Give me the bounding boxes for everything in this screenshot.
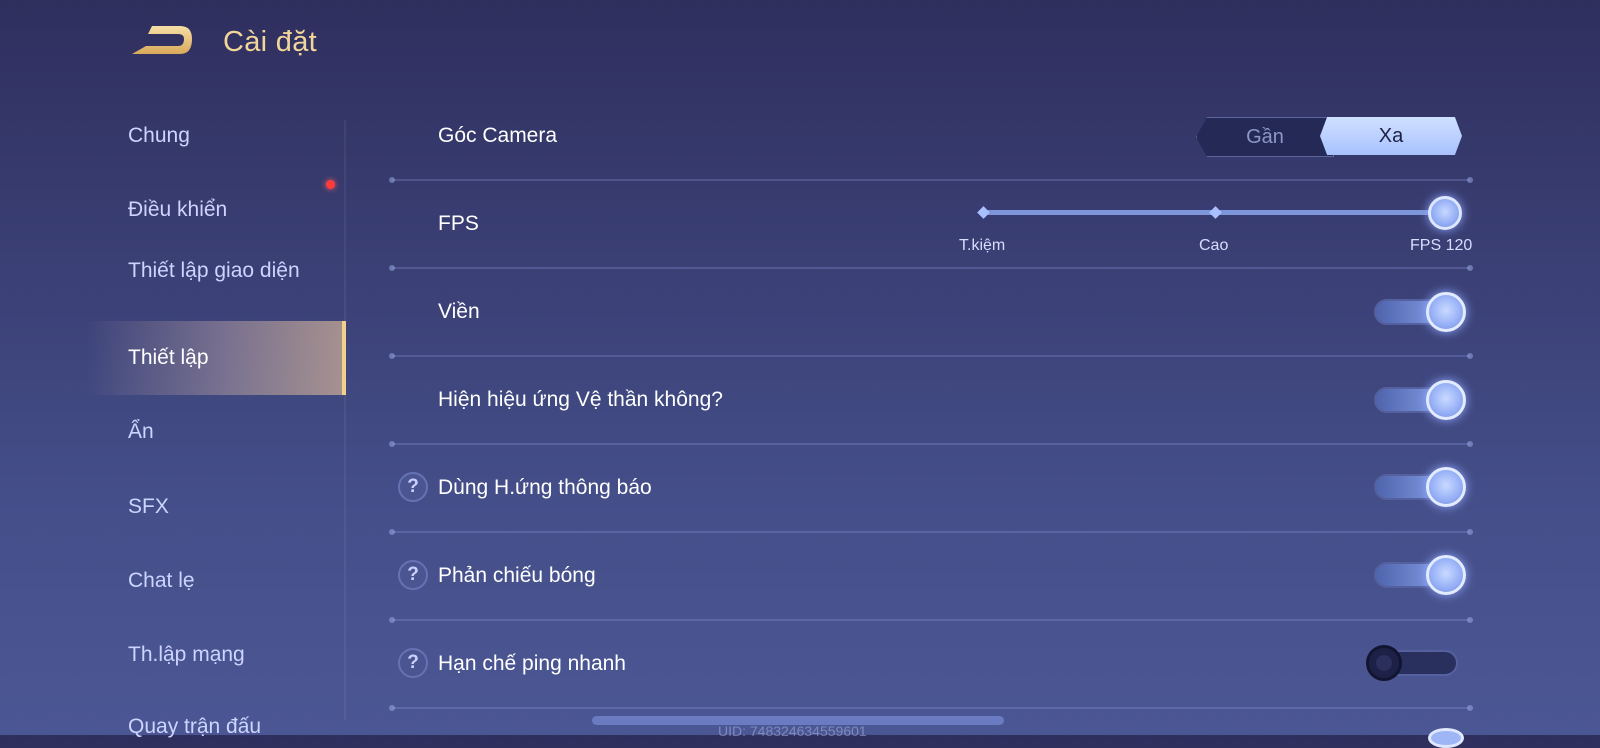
outline-toggle[interactable]	[1374, 292, 1466, 332]
row-divider	[389, 265, 1473, 271]
fps-node-high[interactable]	[1209, 206, 1222, 219]
camera-far-option[interactable]: Xa	[1320, 117, 1462, 155]
row-divider	[389, 529, 1473, 535]
row-divider	[389, 353, 1473, 359]
help-icon[interactable]: ?	[398, 472, 428, 502]
camera-angle-label: Góc Camera	[438, 124, 558, 147]
fps-label: FPS	[438, 212, 479, 235]
fps-slider-thumb[interactable]	[1428, 196, 1462, 230]
help-icon[interactable]: ?	[398, 560, 428, 590]
uid-text: UID: 748324634559601	[718, 723, 867, 739]
sidebar-item-controls[interactable]: Điều khiển	[128, 197, 338, 223]
sidebar-item-settings[interactable]: Thiết lập	[86, 321, 346, 395]
partial-toggle-knob	[1428, 728, 1464, 748]
row-divider	[389, 177, 1473, 183]
sidebar-divider	[344, 120, 346, 720]
fps-level-120-label: FPS 120	[1410, 237, 1473, 254]
sidebar-item-hide[interactable]: Ẩn	[128, 419, 338, 445]
fps-level-saver-label: T.kiệm	[959, 237, 1006, 254]
notification-dot	[326, 180, 335, 189]
sidebar-item-replay[interactable]: Quay trận đấu	[128, 714, 338, 740]
camera-near-option[interactable]: Gần	[1196, 117, 1334, 157]
fps-level-high-label: Cao	[1199, 237, 1229, 254]
toggle-knob	[1426, 467, 1466, 507]
notification-effect-label: Dùng H.ứng thông báo	[438, 476, 652, 499]
toggle-knob	[1426, 292, 1466, 332]
fast-ping-limit-toggle[interactable]	[1366, 645, 1464, 681]
guardian-effect-label: Hiện hiệu ứng Vệ thần không?	[438, 388, 723, 411]
shadow-reflection-toggle[interactable]	[1374, 555, 1466, 595]
page-title: Cài đặt	[223, 26, 317, 58]
guardian-effect-toggle[interactable]	[1374, 380, 1466, 420]
back-arrow-icon[interactable]	[128, 24, 194, 60]
camera-angle-selector: Gần Xa	[1196, 117, 1462, 157]
shadow-reflection-label: Phản chiếu bóng	[438, 564, 596, 587]
row-divider	[389, 617, 1473, 623]
sidebar-item-quick-chat[interactable]: Chat lẹ	[128, 568, 338, 594]
fps-node-saver[interactable]	[977, 206, 990, 219]
header: Cài đặt	[0, 0, 1600, 90]
help-icon[interactable]: ?	[398, 648, 428, 678]
row-divider	[389, 441, 1473, 447]
sidebar-item-interface[interactable]: Thiết lập giao diện	[128, 258, 318, 284]
toggle-knob	[1366, 645, 1402, 681]
notification-effect-toggle[interactable]	[1374, 467, 1466, 507]
row-divider	[389, 705, 1473, 711]
sidebar-item-general[interactable]: Chung	[128, 123, 338, 149]
fast-ping-limit-label: Hạn chế ping nhanh	[438, 652, 626, 675]
toggle-knob	[1426, 380, 1466, 420]
sidebar-item-sfx[interactable]: SFX	[128, 494, 338, 520]
outline-label: Viền	[438, 300, 480, 323]
sidebar-item-settings-label: Thiết lập	[128, 346, 209, 369]
sidebar-item-network[interactable]: Th.lập mạng	[128, 642, 338, 668]
toggle-knob	[1426, 555, 1466, 595]
